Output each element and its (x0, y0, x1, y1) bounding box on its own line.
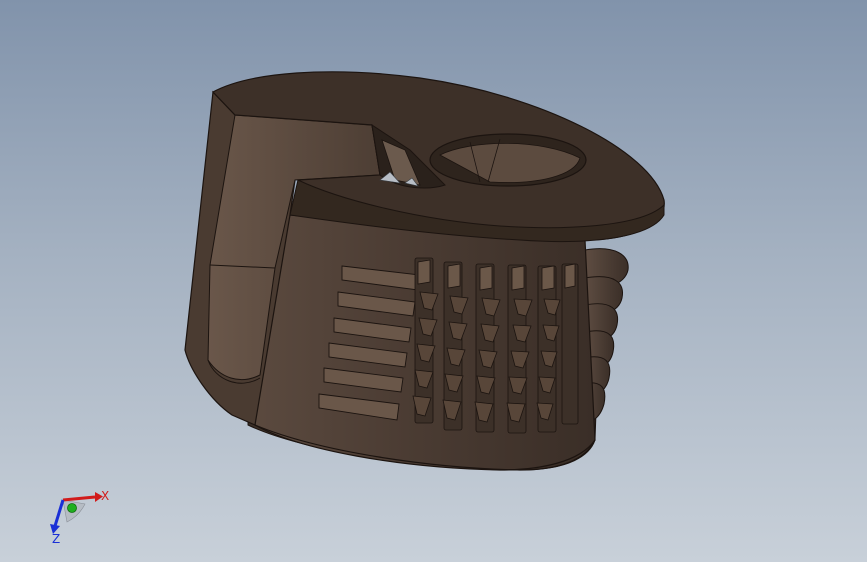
z-axis-arrow (53, 499, 65, 527)
orientation-triad[interactable]: X Z (45, 486, 115, 546)
graphics-viewport[interactable]: X Z (0, 0, 867, 562)
z-axis-label: Z (52, 532, 60, 546)
x-axis-label: X (101, 489, 109, 503)
y-axis-dot (67, 503, 77, 513)
x-axis-arrow (62, 495, 96, 502)
cam-lock-3d-model[interactable] (0, 0, 867, 562)
